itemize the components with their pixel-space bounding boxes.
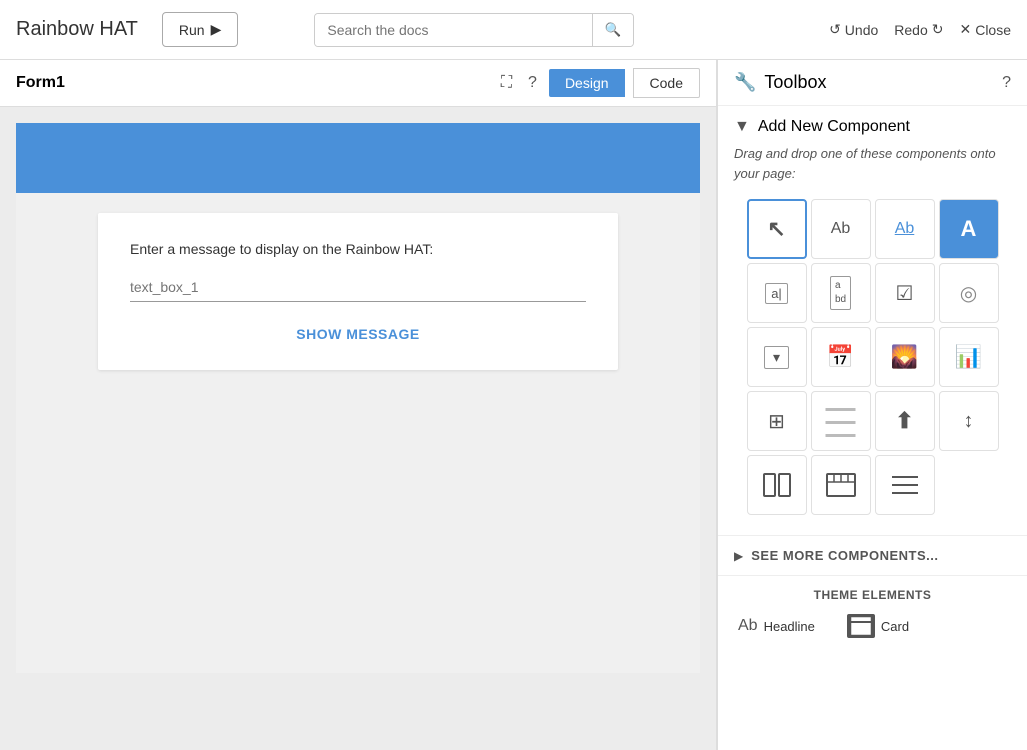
- add-new-description: Drag and drop one of these components on…: [734, 144, 1011, 183]
- multiline-icon: a bd: [830, 276, 851, 310]
- add-new-section: ▼ Add New Component Drag and drop one of…: [718, 106, 1027, 527]
- component-grid: ↖ Ab Ab A a| a bd ☑: [734, 199, 1011, 515]
- textbox-icon: a|: [765, 283, 788, 304]
- header: Rainbow HAT Run ▶ 🔍 ↺ Undo Redo ↻ ✕ Clos…: [0, 0, 1027, 60]
- component-label-link[interactable]: Ab: [875, 199, 935, 259]
- label-icon: Ab: [831, 220, 851, 238]
- redo-icon: ↻: [932, 21, 944, 38]
- toolbox-title: Toolbox: [764, 72, 994, 93]
- right-panel: 🔧 Toolbox ? ▼ Add New Component Drag and…: [717, 60, 1027, 750]
- radio-icon: ◎: [960, 281, 977, 306]
- theme-card-label: Card: [881, 619, 909, 634]
- canvas-content: Enter a message to display on the Rainbo…: [98, 213, 618, 370]
- canvas-area: Enter a message to display on the Rainbo…: [0, 107, 716, 750]
- undo-label: Undo: [845, 22, 878, 38]
- component-list[interactable]: [875, 455, 935, 515]
- tab-code[interactable]: Code: [633, 68, 700, 98]
- canvas-blue-bar: [16, 123, 700, 193]
- component-html[interactable]: ▬▬▬ ▬▬▬ ▬▬▬: [811, 391, 871, 451]
- dropdown-icon: ▾: [764, 346, 789, 369]
- component-chart[interactable]: 📊: [939, 327, 999, 387]
- toolbox-help-button[interactable]: ?: [1002, 74, 1011, 92]
- undo-button[interactable]: ↺ Undo: [829, 21, 878, 38]
- datepicker-icon: 📅: [827, 344, 854, 370]
- component-radio[interactable]: ◎: [939, 263, 999, 323]
- add-new-title: ▼ Add New Component: [734, 118, 1011, 136]
- component-spacer[interactable]: ↕: [939, 391, 999, 451]
- list-icon: [890, 471, 920, 499]
- header-actions: ↺ Undo Redo ↻ ✕ Close: [829, 21, 1011, 38]
- search-input[interactable]: [315, 14, 591, 46]
- component-multiline[interactable]: a bd: [811, 263, 871, 323]
- see-more-arrow-icon: ▶: [734, 549, 743, 563]
- main-layout: Form1 ⛶ ? Design Code Enter a message to…: [0, 60, 1027, 750]
- form-title: Form1: [16, 74, 489, 92]
- toolbox-header: 🔧 Toolbox ?: [718, 60, 1027, 106]
- nav-icon: [826, 473, 856, 497]
- tab-design[interactable]: Design: [549, 69, 625, 97]
- component-label[interactable]: Ab: [811, 199, 871, 259]
- theme-elements-title: THEME ELEMENTS: [734, 588, 1011, 602]
- see-more-section[interactable]: ▶ SEE MORE COMPONENTS...: [718, 535, 1027, 575]
- search-icon: 🔍: [605, 22, 622, 37]
- close-icon: ✕: [959, 21, 971, 38]
- component-nav[interactable]: [811, 455, 871, 515]
- chart-icon: 📊: [955, 344, 982, 370]
- see-more-label: SEE MORE COMPONENTS...: [751, 548, 938, 563]
- collapse-icon: ▼: [734, 118, 750, 136]
- cursor-icon: ↖: [767, 216, 785, 242]
- html-icon: ▬▬▬ ▬▬▬ ▬▬▬: [826, 402, 856, 441]
- expand-button[interactable]: ⛶: [497, 70, 516, 96]
- theme-card-item[interactable]: Card: [847, 614, 909, 638]
- close-button[interactable]: ✕ Close: [959, 21, 1011, 38]
- component-datagrid[interactable]: ⊞: [747, 391, 807, 451]
- canvas-show-message-button[interactable]: SHOW MESSAGE: [296, 326, 419, 342]
- spacer-icon: ↕: [964, 410, 974, 433]
- component-datepicker[interactable]: 📅: [811, 327, 871, 387]
- checkbox-icon: ☑: [896, 281, 914, 306]
- run-button[interactable]: Run ▶: [162, 12, 238, 47]
- theme-card-icon: [847, 614, 875, 638]
- upload-icon: ⬆: [895, 408, 913, 434]
- component-dropdown[interactable]: ▾: [747, 327, 807, 387]
- search-bar: 🔍: [314, 13, 634, 47]
- theme-headline-label: Headline: [764, 619, 815, 634]
- columns-icon: [762, 470, 792, 500]
- run-label: Run: [179, 22, 205, 38]
- redo-label: Redo: [894, 22, 927, 38]
- add-new-label: Add New Component: [758, 118, 910, 136]
- component-image[interactable]: 🌄: [875, 327, 935, 387]
- theme-headline-item[interactable]: Ab Headline: [738, 617, 815, 635]
- wrench-icon: 🔧: [734, 72, 756, 93]
- search-button[interactable]: 🔍: [592, 14, 634, 46]
- component-checkbox[interactable]: ☑: [875, 263, 935, 323]
- label-button-icon: A: [961, 216, 977, 242]
- theme-elements-section: THEME ELEMENTS Ab Headline Card: [718, 575, 1027, 650]
- left-panel: Form1 ⛶ ? Design Code Enter a message to…: [0, 60, 717, 750]
- form-canvas[interactable]: Enter a message to display on the Rainbo…: [16, 123, 700, 673]
- app-title: Rainbow HAT: [16, 18, 138, 41]
- component-cursor[interactable]: ↖: [747, 199, 807, 259]
- canvas-message-label: Enter a message to display on the Rainbo…: [130, 241, 586, 257]
- close-label: Close: [975, 22, 1011, 38]
- run-icon: ▶: [211, 21, 222, 38]
- component-textbox[interactable]: a|: [747, 263, 807, 323]
- undo-icon: ↺: [829, 21, 841, 38]
- component-columns[interactable]: [747, 455, 807, 515]
- component-label-button[interactable]: A: [939, 199, 999, 259]
- datagrid-icon: ⊞: [768, 409, 785, 434]
- image-icon: 🌄: [891, 344, 918, 370]
- redo-button[interactable]: Redo ↻: [894, 21, 943, 38]
- label-link-icon: Ab: [895, 220, 915, 238]
- theme-headline-icon: Ab: [738, 617, 758, 635]
- form-help-button[interactable]: ?: [524, 70, 541, 96]
- component-upload[interactable]: ⬆: [875, 391, 935, 451]
- form-header: Form1 ⛶ ? Design Code: [0, 60, 716, 107]
- canvas-textbox[interactable]: [130, 273, 586, 302]
- theme-elements-row: Ab Headline Card: [734, 614, 1011, 638]
